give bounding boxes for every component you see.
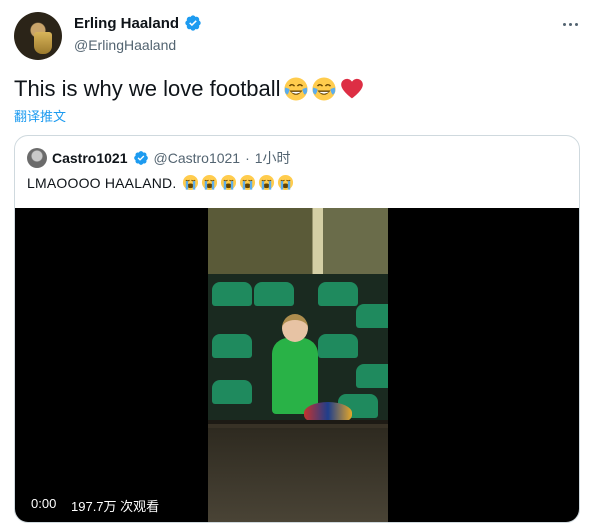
quoted-header: Castro1021 @Castro1021 · 1小时 [27,148,291,168]
video-player[interactable]: 0:00 197.7万 次观看 [15,208,579,522]
quoted-text: LMAOOOO HAALAND. [27,174,294,191]
room-floor [208,428,388,522]
loudly-crying-face-icon [240,174,256,191]
separator-dot: · [245,150,250,166]
room-wall [208,208,388,274]
red-heart-icon [340,78,363,99]
trophy-icon [34,32,52,54]
video-frame [208,208,388,522]
face-with-tears-of-joy-icon [312,77,336,101]
tweet: Erling Haaland @ErlingHaaland This is wh… [0,0,596,531]
tv-screen [208,274,388,424]
loudly-crying-face-icon [278,174,294,191]
loudly-crying-face-icon [259,174,275,191]
tweet-body: This is why we love football [14,76,281,101]
author-handle[interactable]: @ErlingHaaland [74,37,176,53]
more-dots-icon[interactable] [560,14,580,34]
quoted-body: LMAOOOO HAALAND. [27,174,177,191]
verified-badge-icon [133,151,148,165]
loudly-crying-face-icon [221,174,237,191]
quoted-avatar[interactable] [27,148,47,168]
tweet-text: This is why we love football [14,76,365,102]
translate-tweet-link[interactable]: 翻译推文 [14,106,66,125]
author-name[interactable]: Erling Haaland [74,15,179,32]
video-timestamp: 0:00 [31,496,57,511]
quoted-name[interactable]: Castro1021 [52,150,128,166]
quoted-tweet-card[interactable]: Castro1021 @Castro1021 · 1小时 LMAOOOO HAA… [14,135,580,523]
author-name-row[interactable]: Erling Haaland [74,14,202,32]
quoted-handle[interactable]: @Castro1021 [154,150,241,166]
loudly-crying-face-icon [183,174,199,191]
quoted-time[interactable]: 1小时 [255,148,291,168]
verified-badge-icon [185,15,201,31]
author-avatar[interactable] [14,12,62,60]
face-with-tears-of-joy-icon [284,77,308,101]
video-view-count: 197.7万 次观看 [71,499,160,514]
loudly-crying-face-icon [202,174,218,191]
